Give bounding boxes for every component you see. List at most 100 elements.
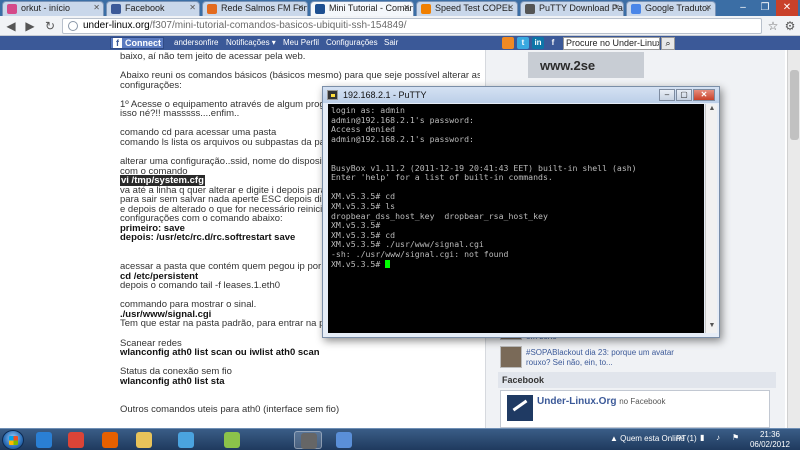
page-scrollbar[interactable] [787,50,800,428]
chrome-icon [68,432,84,448]
browser-tab-facebook[interactable]: Facebook ✕ [106,1,200,16]
terminal-line: Enter 'help' for a list of built-in comm… [331,172,553,183]
nav-notificacoes[interactable]: Notificações ▾ [226,38,276,47]
orkut-favicon-icon [7,4,17,14]
speedtest-favicon-icon [421,4,431,14]
taskbar-firefox-button[interactable] [96,431,124,449]
close-tab-icon[interactable]: ✕ [705,3,712,12]
nav-configuracoes[interactable]: Configurações [326,38,378,47]
post-link[interactable]: rouxo? Sei não, ein, to... [526,358,613,367]
article-line: depois: /usr/etc/rc.d/rc.softrestart sav… [120,232,296,244]
url-host: under-linux.org [83,20,150,31]
article-line: Outros comandos uteis para ath0 (interfa… [120,404,340,416]
maximize-icon[interactable]: ▢ [676,89,692,101]
wrench-menu-icon[interactable]: ⚙ [782,18,798,34]
connect-label: Connect [125,38,161,48]
reload-icon[interactable]: ↻ [42,18,58,34]
browser-tab-rede-salmos[interactable]: Rede Salmos FM Fortal ✕ [202,1,308,16]
taskbar-app-a-button[interactable] [218,431,246,449]
tab-title: Rede Salmos FM Fortal [221,3,308,13]
facebook-section-heading: Facebook [498,372,776,388]
browser-tab-orkut[interactable]: orkut - início ✕ [2,1,104,16]
post-link[interactable]: #SOPABlackout dia 23: porque um avatar [526,348,674,357]
rss-icon[interactable] [502,37,514,49]
linkedin-icon[interactable]: in [532,37,544,49]
close-icon[interactable]: ✕ [693,89,715,101]
star-bookmark-icon[interactable]: ☆ [765,18,781,34]
tab-title: Facebook [125,3,165,13]
facebook-connect-button[interactable]: f Connect [110,37,164,49]
nav-sair[interactable]: Sair [384,38,398,47]
taskbar-explorer-button[interactable] [130,431,158,449]
browser-tab-putty-download[interactable]: PuTTY Download Page ✕ [520,1,624,16]
clock-time: 21:36 [759,430,781,439]
taskbar-chrome-button[interactable] [62,431,90,449]
tab-title: orkut - início [21,3,71,13]
terminal-output[interactable]: login as: admin admin@192.168.2.1's passw… [328,104,704,333]
taskbar-internet-explorer-button[interactable] [30,431,58,449]
under-linux-logo-icon [507,395,533,421]
nav-meu-perfil[interactable]: Meu Perfil [283,38,319,47]
facebook-icon[interactable]: f [547,37,559,49]
close-window-icon[interactable]: ✕ [776,0,798,16]
terminal-line: admin@192.168.2.1's password: [331,133,474,144]
globe-icon [68,21,78,31]
terminal-cursor [385,259,391,268]
scroll-up-icon[interactable]: ▲ [707,105,717,115]
tab-title: PuTTY Download Page [539,3,624,13]
tab-title: Google Tradutor [645,3,711,13]
minimize-window-icon[interactable]: – [732,0,754,16]
windows-taskbar: ▲ Quem esta Online (1) PT ▮ ♪ ⚑ 21:36 06… [0,428,800,450]
forward-arrow-icon[interactable]: ▶ [22,18,38,34]
putty-icon [301,433,317,449]
facebook-page-name[interactable]: Under-Linux.Org no Facebook [537,396,666,407]
browser-tab-speed-test[interactable]: Speed Test COPEL ✕ [416,1,518,16]
close-tab-icon[interactable]: ✕ [613,3,620,12]
terminal-prompt-line: XM.v5.3.5# [331,259,701,270]
back-arrow-icon[interactable]: ◀ [3,18,19,34]
minimize-icon[interactable]: – [659,89,675,101]
maximize-window-icon[interactable]: ❐ [754,0,776,16]
taskbar-putty-button[interactable] [294,431,322,449]
google-translate-favicon-icon [631,4,641,14]
banner-ad[interactable]: www.2se [528,52,644,78]
twitter-icon[interactable]: t [517,37,529,49]
app-a-icon [224,432,240,448]
firefox-icon [102,432,118,448]
site-search-input[interactable]: Procure no Under-Linux.Org [563,37,660,50]
browser-tab-strip: orkut - início ✕ Facebook ✕ Rede Salmos … [0,0,800,16]
facebook-favicon-icon [111,4,121,14]
close-tab-icon[interactable]: ✕ [507,3,514,12]
start-button[interactable] [2,430,24,450]
terminal-scrollbar[interactable]: ▲ ▼ [705,104,717,333]
scrollbar-thumb[interactable] [790,70,799,140]
system-clock[interactable]: 21:36 06/02/2012 [748,430,792,450]
taskbar-media-button[interactable] [172,431,200,449]
close-tab-icon[interactable]: ✕ [189,3,196,12]
close-tab-icon[interactable]: ✕ [403,3,410,12]
address-bar[interactable]: under-linux.org/f307/mini-tutorial-coman… [62,18,762,34]
article-line: Tem que estar na pasta padrão, para entr… [120,318,343,330]
putty-title: 192.168.2.1 - PuTTY [343,90,427,100]
taskbar-paint-button[interactable] [330,431,358,449]
nav-username[interactable]: andersonfire [174,38,218,47]
clock-date: 06/02/2012 [749,440,791,449]
close-tab-icon[interactable]: ✕ [297,3,304,12]
facebook-icon: f [113,38,122,48]
putty-window[interactable]: 192.168.2.1 - PuTTY – ▢ ✕ login as: admi… [322,86,720,338]
speaker-icon[interactable]: ♪ [716,433,720,442]
close-tab-icon[interactable]: ✕ [93,3,100,12]
scroll-down-icon[interactable]: ▼ [707,322,717,332]
search-icon[interactable]: ⌕ [661,37,675,50]
fb-page-suffix: no Facebook [619,397,666,406]
article-line: depois o comando tail -f leases.1.eth0 [120,280,281,292]
post-thumbnail[interactable] [500,346,522,368]
url-path: /f307/mini-tutorial-comandos-basicos-ubi… [149,20,407,31]
flag-icon[interactable]: ⚑ [732,433,739,442]
network-icon[interactable]: ▮ [700,433,704,442]
putty-title-bar[interactable]: 192.168.2.1 - PuTTY – ▢ ✕ [323,87,719,103]
language-indicator[interactable]: PT [676,434,686,443]
browser-tab-mini-tutorial[interactable]: Mini Tutorial - Comand ✕ [310,1,414,16]
browser-tab-google-tradutor[interactable]: Google Tradutor ✕ [626,1,716,16]
